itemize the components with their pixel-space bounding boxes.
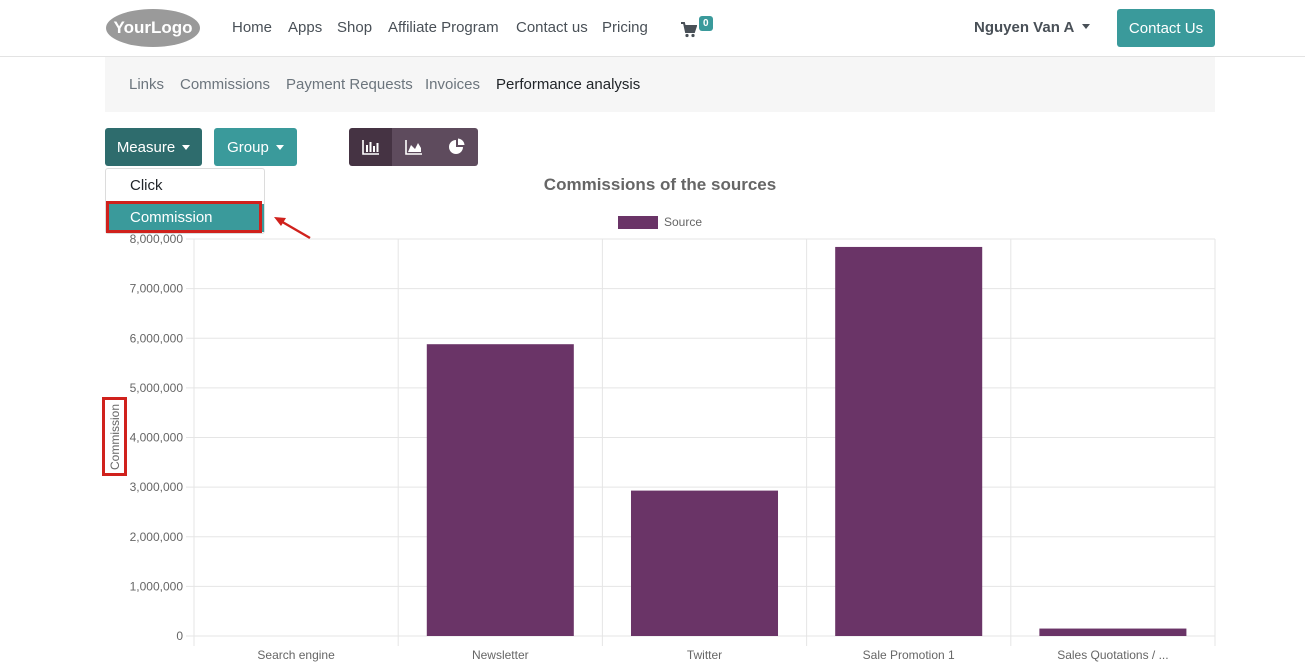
bar-1[interactable] (426, 344, 574, 636)
annotation-arrow-icon (274, 217, 311, 240)
y-axis-label-highlight-box (102, 397, 127, 476)
legend-label-source: Source (664, 215, 702, 229)
y-tick-label: 1,000,000 (130, 579, 184, 593)
bar-4[interactable] (1039, 628, 1187, 636)
y-tick-label: 6,000,000 (130, 331, 184, 345)
legend-swatch (618, 216, 658, 229)
x-tick-label: Sales Quotations / ... (1057, 648, 1168, 662)
x-tick-label: Search engine (257, 648, 335, 662)
y-tick-label: 7,000,000 (130, 282, 184, 296)
bar-3[interactable] (835, 246, 983, 636)
measure-option-click[interactable]: Click (106, 172, 264, 200)
y-tick-label: 2,000,000 (130, 530, 184, 544)
commission-highlight-box (106, 201, 262, 233)
y-tick-label: 3,000,000 (130, 480, 184, 494)
x-tick-label: Sale Promotion 1 (863, 648, 955, 662)
y-tick-label: 4,000,000 (130, 431, 184, 445)
y-tick-label: 5,000,000 (130, 381, 184, 395)
x-tick-label: Twitter (687, 648, 722, 662)
x-tick-label: Newsletter (472, 648, 529, 662)
bar-2[interactable] (630, 490, 779, 636)
chart-title: Commissions of the sources (544, 175, 776, 194)
y-tick-label: 8,000,000 (130, 232, 184, 246)
commission-bar-chart: Commissions of the sources Source Commis… (108, 175, 1216, 662)
y-tick-label: 0 (176, 629, 183, 643)
